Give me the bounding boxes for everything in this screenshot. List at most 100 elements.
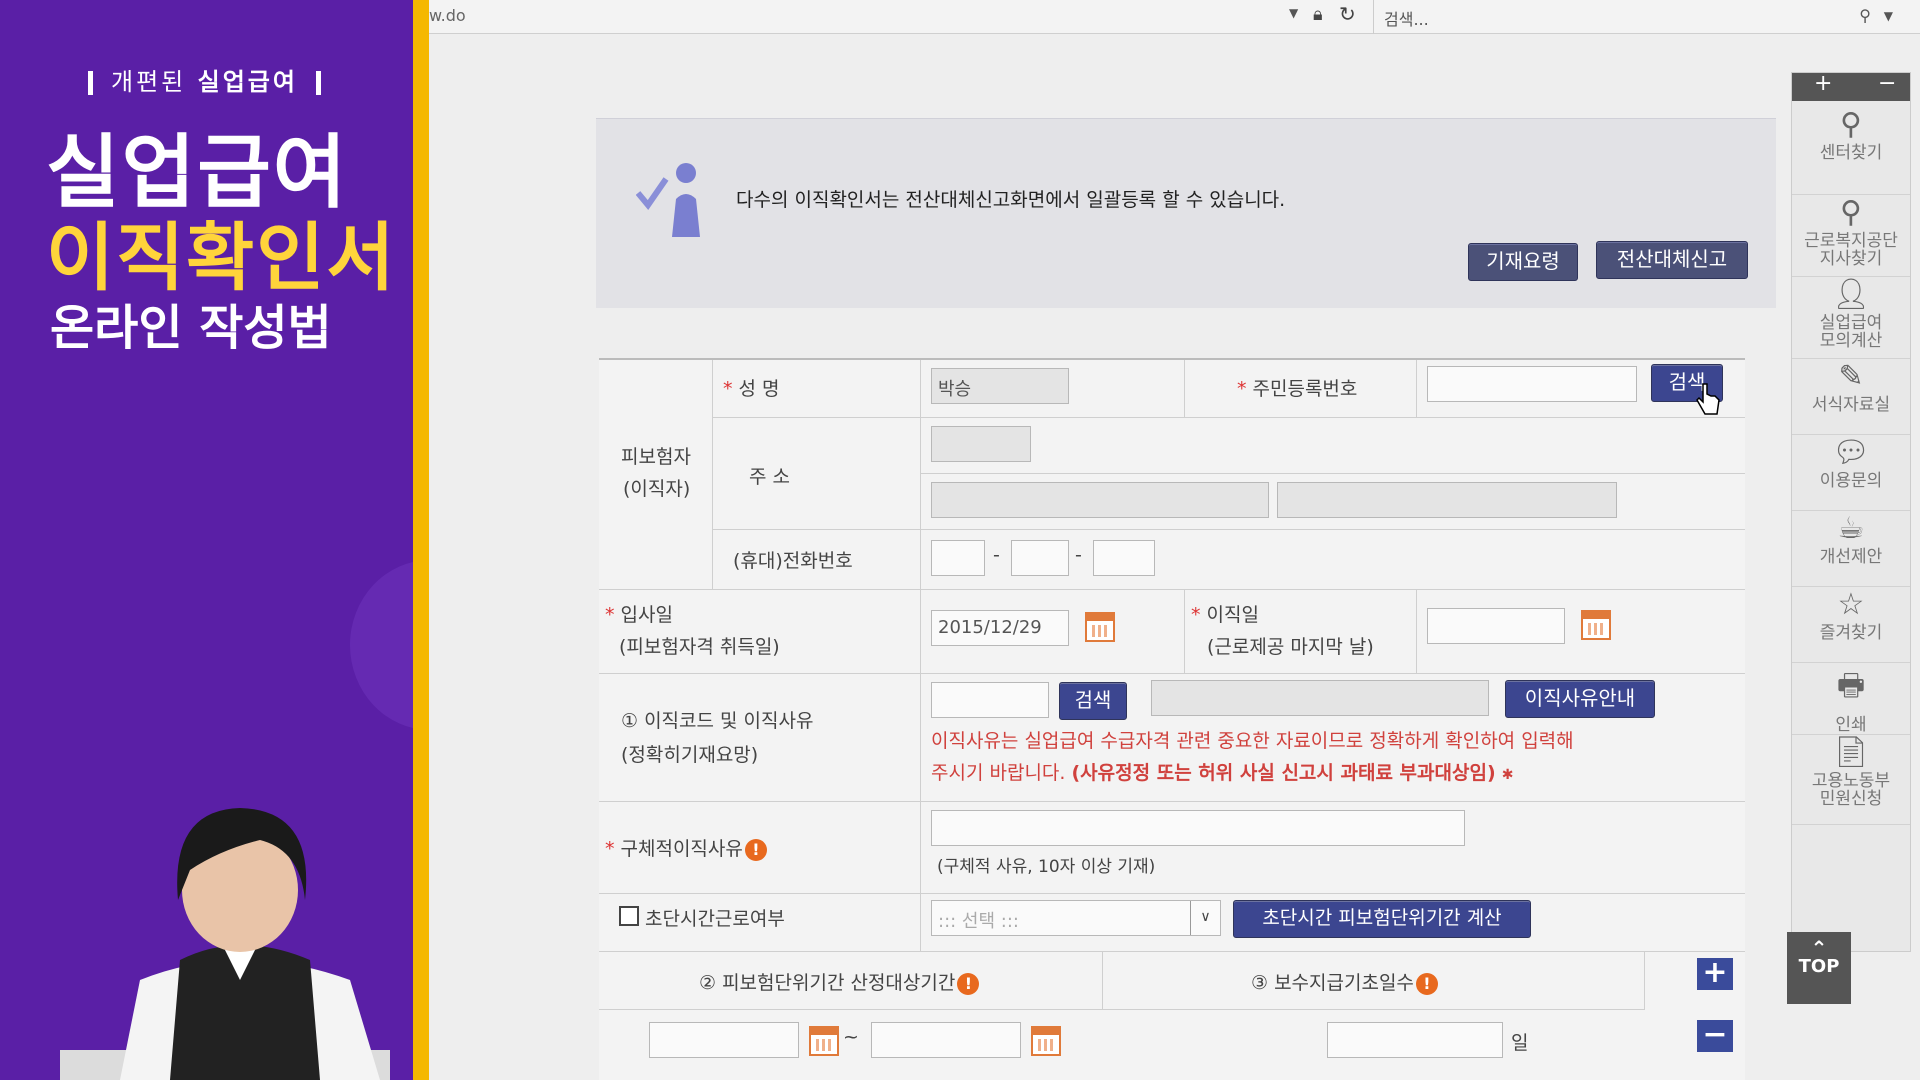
map-pin-icon: ⚲ (1840, 107, 1862, 142)
hire-date-label: * 입사일 (605, 604, 673, 626)
scroll-top-button[interactable]: ⌃ TOP (1787, 932, 1851, 1004)
reload-icon[interactable]: ↻ (1339, 2, 1356, 26)
quick-menu-label: 서식자료실 (1811, 395, 1891, 415)
overlay-subtitle: 개편된 실업급여 (70, 62, 339, 97)
zoom-out-icon[interactable]: − (1878, 71, 1896, 96)
cup-icon: ☕︎ (1837, 511, 1865, 546)
quick-menu-header: + − (1792, 71, 1910, 101)
chevron-down-icon[interactable]: ▼ (1289, 6, 1298, 20)
reason-guide-button[interactable]: 이직사유안내 (1505, 680, 1655, 718)
quick-menu-label: 인쇄 (1835, 715, 1867, 735)
address-input-1[interactable] (931, 482, 1269, 518)
reason-code-input[interactable] (931, 682, 1049, 718)
video-title-overlay: 개편된 실업급여 실업급여 이직확인서 온라인 작성법 (0, 0, 413, 1080)
add-row-button[interactable]: + (1697, 958, 1733, 990)
browser-search-box[interactable]: 검색... ⚲ ▼ (1373, 0, 1903, 34)
quick-menu-label: 개선제안 (1819, 547, 1883, 567)
chat-icon: 💬︎ (1831, 435, 1871, 470)
short-time-label: 초단시간근로여부 (645, 908, 785, 930)
search-icon[interactable]: ⚲ (1859, 6, 1871, 25)
quick-menu-label: 근로복지공단 지사찾기 (1804, 231, 1898, 269)
quick-menu-item[interactable]: ⚲ 근로복지공단 지사찾기 (1792, 195, 1910, 277)
warning-icon: ! (957, 972, 980, 995)
calendar-icon[interactable] (1085, 612, 1115, 642)
notice-box: 다수의 이직확인서는 전산대체신고화면에서 일괄등록 할 수 있습니다. 기재요… (596, 118, 1776, 308)
calendar-icon[interactable] (809, 1026, 839, 1056)
detail-reason-hint: (구체적 사유, 10자 이상 기재) (937, 857, 1156, 877)
reason-label: ① 이직코드 및 이직사유 (621, 710, 814, 732)
leave-date-input[interactable] (1427, 608, 1565, 644)
search-placeholder: 검색... (1384, 10, 1429, 29)
calendar-icon[interactable] (1581, 610, 1611, 640)
reason-text-input[interactable] (1151, 680, 1489, 716)
period-end-input[interactable] (871, 1022, 1021, 1058)
info-person-icon (636, 163, 700, 237)
reason-warning-line2: 주시기 바랍니다. (사유정정 또는 허위 사실 신고시 과태료 부과대상임) … (931, 762, 1514, 784)
name-input[interactable]: 박승 (931, 368, 1069, 404)
phone-input-2[interactable] (1011, 540, 1069, 576)
warning-icon: ! (744, 838, 767, 861)
separation-form: 피보험자 (이직자) * 성 명 박승 * 주민등록번호 검색 주 소 (휴대)전화… (599, 358, 1745, 1080)
rrn-input[interactable] (1427, 366, 1637, 402)
decorative-circle (350, 560, 413, 730)
quick-menu-item[interactable]: ☕︎ 개선제안 (1792, 511, 1910, 587)
leave-date-sublabel: (근로제공 마지막 날) (1207, 636, 1374, 658)
pay-days-input[interactable] (1327, 1022, 1503, 1058)
quick-menu-item[interactable]: 👤︎ 실업급여 모의계산 (1792, 277, 1910, 359)
phone-input-3[interactable] (1093, 540, 1155, 576)
quick-menu-item[interactable]: ✎ 서식자료실 (1792, 359, 1910, 435)
lock-icon: 🔒︎ (1313, 4, 1323, 25)
zoom-in-icon[interactable]: + (1814, 71, 1832, 96)
notice-message: 다수의 이직확인서는 전산대체신고화면에서 일괄등록 할 수 있습니다. (736, 189, 1286, 211)
postcode-input[interactable] (931, 426, 1031, 462)
hire-date-sublabel: (피보험자격 취득일) (619, 636, 780, 658)
quick-menu-item[interactable]: ⚲ 센터찾기 (1792, 107, 1910, 195)
batch-report-button[interactable]: 전산대체신고 (1596, 241, 1748, 279)
insured-group-label: 피보험자 (621, 446, 691, 468)
remove-row-button[interactable]: − (1697, 1020, 1733, 1052)
period-label: ② 피보험단위기간 산정대상기간! (699, 968, 980, 995)
quick-menu-label: 센터찾기 (1819, 143, 1883, 163)
insured-group-sublabel: (이직자) (623, 478, 691, 500)
quick-menu-label: 즐겨찾기 (1819, 623, 1883, 643)
calendar-icon[interactable] (1031, 1026, 1061, 1056)
reason-sublabel: (정확히기재요망) (621, 744, 759, 766)
quick-menu-label: 이용문의 (1819, 471, 1883, 491)
hire-date-input[interactable]: 2015/12/29 (931, 610, 1069, 646)
chevron-down-icon: ∨ (1190, 901, 1220, 935)
short-time-checkbox[interactable] (619, 906, 639, 926)
quick-menu-label: 고용노동부 민원신청 (1811, 771, 1891, 809)
overlay-title-line3: 온라인 작성법 (50, 300, 332, 356)
quick-menu: + − ⚲ 센터찾기 ⚲ 근로복지공단 지사찾기 👤︎ 실업급여 모의계산 ✎ 서식자료실 💬︎… (1791, 71, 1911, 952)
url-field[interactable]: w.do (429, 6, 466, 25)
guide-button[interactable]: 기재요령 (1468, 243, 1578, 281)
presenter-figure (60, 808, 390, 1080)
short-time-select[interactable]: ::: 선택 ::: ∨ (931, 900, 1221, 936)
quick-menu-item[interactable]: 💬︎ 이용문의 (1792, 435, 1910, 511)
phone-label: (휴대)전화번호 (733, 550, 853, 572)
address-input-2[interactable] (1277, 482, 1617, 518)
warning-icon: ! (1415, 972, 1438, 995)
quick-menu-item[interactable]: 📄︎ 고용노동부 민원신청 (1792, 735, 1910, 825)
mouse-cursor-icon (1696, 383, 1720, 415)
reason-search-button[interactable]: 검색 (1059, 682, 1127, 720)
chevron-down-icon[interactable]: ▼ (1884, 9, 1893, 23)
person-icon: 👤︎ (1831, 277, 1871, 312)
reason-warning-line1: 이직사유는 실업급여 수급자격 관련 중요한 자료이므로 정확하게 확인하여 입… (931, 730, 1574, 752)
browser-window: w.do ▼ 🔒︎ ↻ 검색... ⚲ ▼ 다수의 이직확인서는 전산대체신고화… (429, 0, 1920, 1080)
leave-date-label: * 이직일 (1191, 604, 1259, 626)
pay-days-label: ③ 보수지급기초일수! (1251, 968, 1438, 995)
quick-menu-item[interactable]: ☆ 즐겨찾기 (1792, 587, 1910, 663)
edit-icon: ✎ (1838, 359, 1864, 394)
document-icon: 📄︎ (1831, 735, 1871, 770)
detail-reason-input[interactable] (931, 810, 1465, 846)
name-label: * 성 명 (723, 378, 780, 400)
period-start-input[interactable] (649, 1022, 799, 1058)
quick-menu-label: 실업급여 모의계산 (1819, 313, 1883, 351)
rrn-label: * 주민등록번호 (1237, 378, 1358, 400)
star-icon: ☆ (1837, 587, 1865, 622)
address-label: 주 소 (749, 466, 790, 488)
phone-input-1[interactable] (931, 540, 985, 576)
quick-menu-item[interactable]: 🖶 인쇄 (1792, 663, 1910, 735)
short-time-calc-button[interactable]: 초단시간 피보험단위기간 계산 (1233, 900, 1531, 938)
